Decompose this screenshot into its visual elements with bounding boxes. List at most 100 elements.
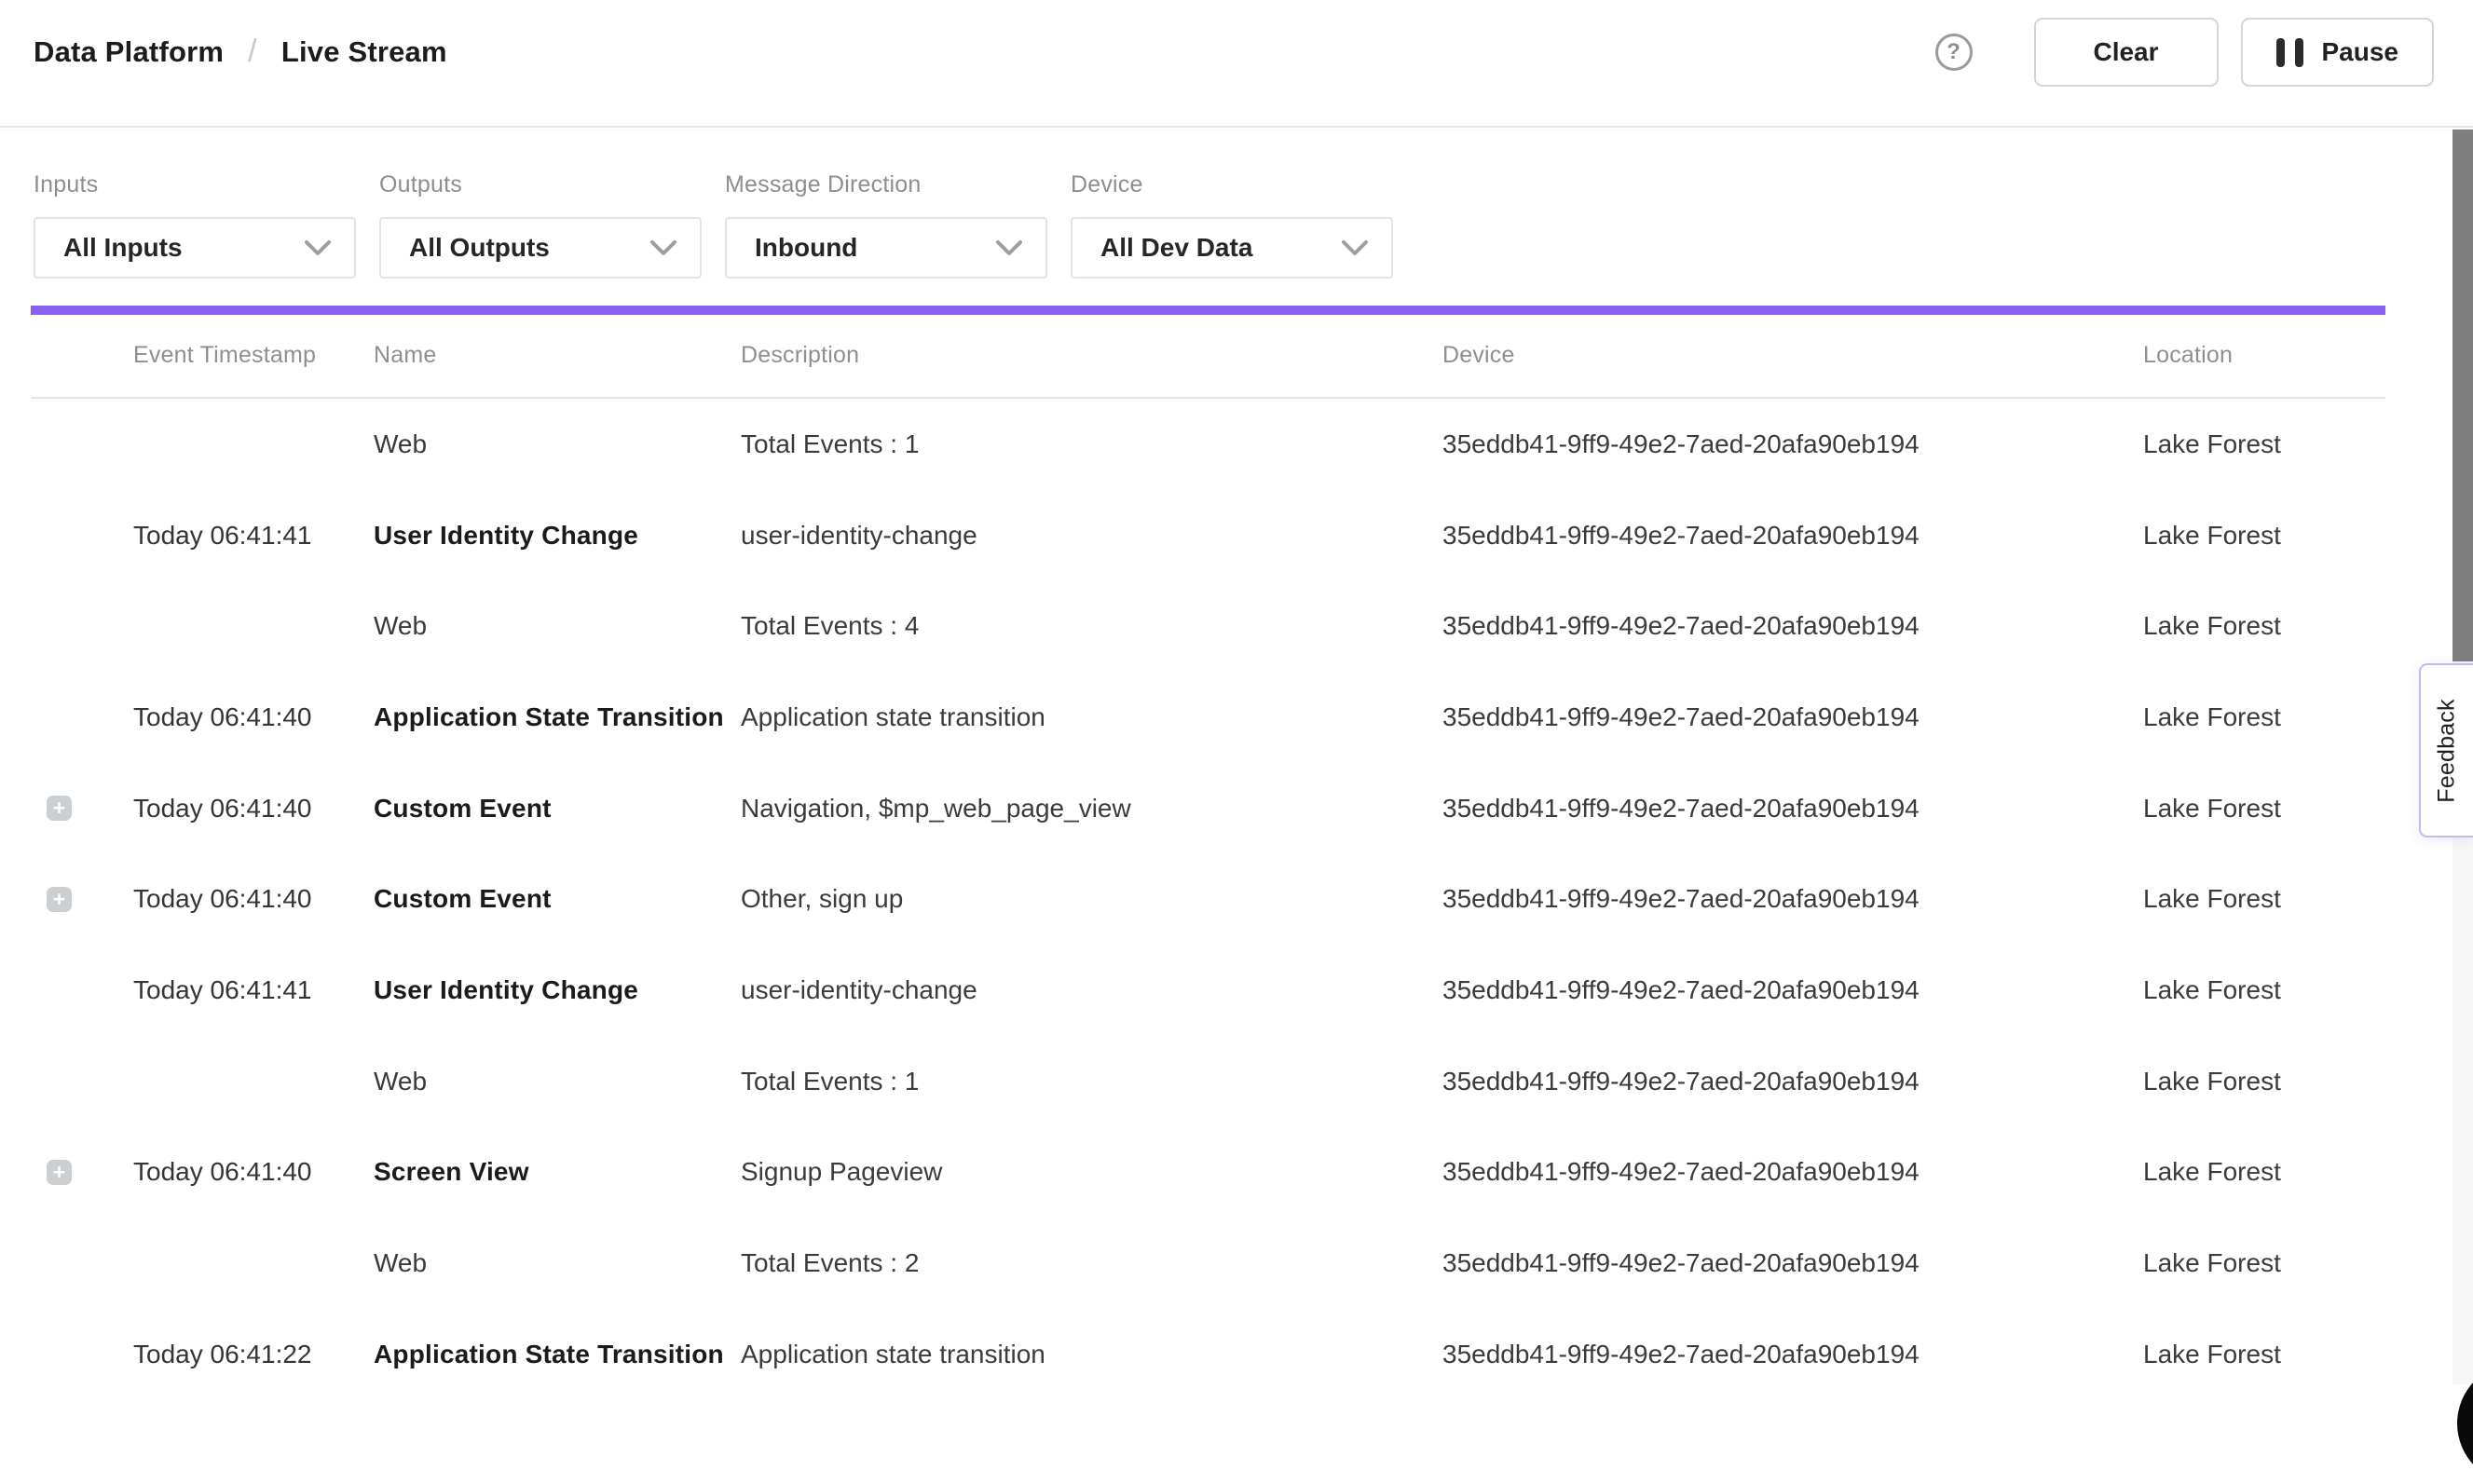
event-description-cell: user-identity-change <box>741 975 1442 1005</box>
device-id-cell: 35eddb41-9ff9-49e2-7aed-20afa90eb194 <box>1442 702 2143 732</box>
live-stream-table: Event Timestamp Name Description Device … <box>31 314 2385 1400</box>
table-row[interactable]: Today 06:41:41User Identity Changeuser-i… <box>31 945 2385 1036</box>
location-cell: Lake Forest <box>2143 1157 2385 1187</box>
device-id-cell: 35eddb41-9ff9-49e2-7aed-20afa90eb194 <box>1442 975 2143 1005</box>
chevron-down-icon <box>304 239 332 256</box>
location-cell: Lake Forest <box>2143 1340 2385 1369</box>
pause-button-label: Pause <box>2322 37 2399 67</box>
device-id-cell: 35eddb41-9ff9-49e2-7aed-20afa90eb194 <box>1442 794 2143 824</box>
device-id-cell: 35eddb41-9ff9-49e2-7aed-20afa90eb194 <box>1442 429 2143 459</box>
location-cell: Lake Forest <box>2143 1248 2385 1278</box>
table-row[interactable]: +Today 06:41:40Screen ViewSignup Pagevie… <box>31 1127 2385 1219</box>
filter-label: Inputs <box>34 171 356 198</box>
outputs-select[interactable]: All Outputs <box>379 217 702 279</box>
expander-cell: + <box>31 1160 133 1185</box>
column-header-device: Device <box>1442 342 2143 369</box>
message-direction-select[interactable]: Inbound <box>725 217 1047 279</box>
device-id-cell: 35eddb41-9ff9-49e2-7aed-20afa90eb194 <box>1442 884 2143 914</box>
help-icon[interactable]: ? <box>1935 34 1973 71</box>
event-timestamp-cell: Today 06:41:41 <box>133 975 374 1005</box>
event-name-cell: Custom Event <box>374 794 741 824</box>
chevron-down-icon <box>1341 239 1369 256</box>
expand-row-icon[interactable]: + <box>47 796 72 821</box>
clear-button[interactable]: Clear <box>2034 18 2219 87</box>
location-cell: Lake Forest <box>2143 429 2385 459</box>
event-description-cell: Total Events : 1 <box>741 1067 1442 1096</box>
table-body: WebTotal Events : 135eddb41-9ff9-49e2-7a… <box>31 399 2385 1400</box>
outputs-select-value: All Outputs <box>409 233 550 263</box>
device-id-cell: 35eddb41-9ff9-49e2-7aed-20afa90eb194 <box>1442 1340 2143 1369</box>
table-row[interactable]: WebTotal Events : 435eddb41-9ff9-49e2-7a… <box>31 580 2385 672</box>
event-name-cell: Web <box>374 1067 741 1096</box>
pause-icon <box>2276 38 2303 67</box>
location-cell: Lake Forest <box>2143 975 2385 1005</box>
chevron-down-icon <box>995 239 1023 256</box>
event-description-cell: Total Events : 4 <box>741 611 1442 641</box>
device-id-cell: 35eddb41-9ff9-49e2-7aed-20afa90eb194 <box>1442 611 2143 641</box>
event-name-cell: Application State Transition <box>374 702 741 732</box>
table-row[interactable]: Today 06:41:40Application State Transiti… <box>31 672 2385 763</box>
expander-cell: + <box>31 887 133 912</box>
device-id-cell: 35eddb41-9ff9-49e2-7aed-20afa90eb194 <box>1442 1157 2143 1187</box>
column-header-name: Name <box>374 342 741 369</box>
feedback-tab[interactable]: Feedback <box>2419 663 2473 837</box>
event-description-cell: Signup Pageview <box>741 1157 1442 1187</box>
event-name-cell: Web <box>374 1248 741 1278</box>
column-header-timestamp: Event Timestamp <box>133 342 374 369</box>
filter-label: Device <box>1071 171 1393 198</box>
filter-bar: Inputs All Inputs Outputs All Outputs Me… <box>0 128 2473 279</box>
event-timestamp-cell: Today 06:41:40 <box>133 794 374 824</box>
expander-cell: + <box>31 796 133 821</box>
inputs-select[interactable]: All Inputs <box>34 217 356 279</box>
device-id-cell: 35eddb41-9ff9-49e2-7aed-20afa90eb194 <box>1442 1248 2143 1278</box>
event-name-cell: Web <box>374 611 741 641</box>
location-cell: Lake Forest <box>2143 884 2385 914</box>
breadcrumb-parent[interactable]: Data Platform <box>34 35 224 69</box>
event-timestamp-cell: Today 06:41:22 <box>133 1340 374 1369</box>
table-row[interactable]: +Today 06:41:40Custom EventOther, sign u… <box>31 853 2385 945</box>
event-description-cell: Navigation, $mp_web_page_view <box>741 794 1442 824</box>
filter-inputs: Inputs All Inputs <box>34 171 356 279</box>
filter-label: Outputs <box>379 171 702 198</box>
filter-device: Device All Dev Data <box>1071 171 1393 279</box>
column-header-location: Location <box>2143 342 2385 369</box>
filter-label: Message Direction <box>725 171 1047 198</box>
message-direction-select-value: Inbound <box>755 233 857 263</box>
event-description-cell: Total Events : 1 <box>741 429 1442 459</box>
device-id-cell: 35eddb41-9ff9-49e2-7aed-20afa90eb194 <box>1442 1067 2143 1096</box>
location-cell: Lake Forest <box>2143 1067 2385 1096</box>
expand-row-icon[interactable]: + <box>47 887 72 912</box>
breadcrumb-separator: / <box>248 34 257 70</box>
top-bar: Data Platform / Live Stream ? Clear Paus… <box>0 0 2473 128</box>
feedback-tab-label: Feedback <box>2434 699 2461 802</box>
table-row[interactable]: + Today 06:41:40Custom EventNavigation, $… <box>31 763 2385 854</box>
filter-message-direction: Message Direction Inbound <box>725 171 1047 279</box>
device-select[interactable]: All Dev Data <box>1071 217 1393 279</box>
event-name-cell: User Identity Change <box>374 975 741 1005</box>
pause-button[interactable]: Pause <box>2241 18 2435 87</box>
location-cell: Lake Forest <box>2143 702 2385 732</box>
event-description-cell: Application state transition <box>741 702 1442 732</box>
event-timestamp-cell: Today 06:41:40 <box>133 702 374 732</box>
event-name-cell: Application State Transition <box>374 1340 741 1369</box>
scrollbar-thumb[interactable] <box>2453 129 2473 661</box>
clear-button-label: Clear <box>2093 37 2158 67</box>
event-name-cell: Web <box>374 429 741 459</box>
help-glyph: ? <box>1947 39 1961 65</box>
event-description-cell: Other, sign up <box>741 884 1442 914</box>
table-row[interactable]: WebTotal Events : 135eddb41-9ff9-49e2-7a… <box>31 1036 2385 1127</box>
event-name-cell: Screen View <box>374 1157 741 1187</box>
chevron-down-icon <box>649 239 677 256</box>
expand-row-icon[interactable]: + <box>47 1160 72 1185</box>
table-row[interactable]: Today 06:41:22Application State Transiti… <box>31 1309 2385 1400</box>
table-row[interactable]: WebTotal Events : 135eddb41-9ff9-49e2-7a… <box>31 399 2385 490</box>
filter-outputs: Outputs All Outputs <box>379 171 702 279</box>
event-description-cell: user-identity-change <box>741 521 1442 551</box>
table-row[interactable]: Today 06:41:41User Identity Changeuser-i… <box>31 490 2385 581</box>
table-header-row: Event Timestamp Name Description Device … <box>31 314 2385 399</box>
inputs-select-value: All Inputs <box>63 233 183 263</box>
page-title: Live Stream <box>281 35 447 69</box>
device-id-cell: 35eddb41-9ff9-49e2-7aed-20afa90eb194 <box>1442 521 2143 551</box>
table-row[interactable]: WebTotal Events : 235eddb41-9ff9-49e2-7a… <box>31 1218 2385 1309</box>
event-name-cell: User Identity Change <box>374 521 741 551</box>
